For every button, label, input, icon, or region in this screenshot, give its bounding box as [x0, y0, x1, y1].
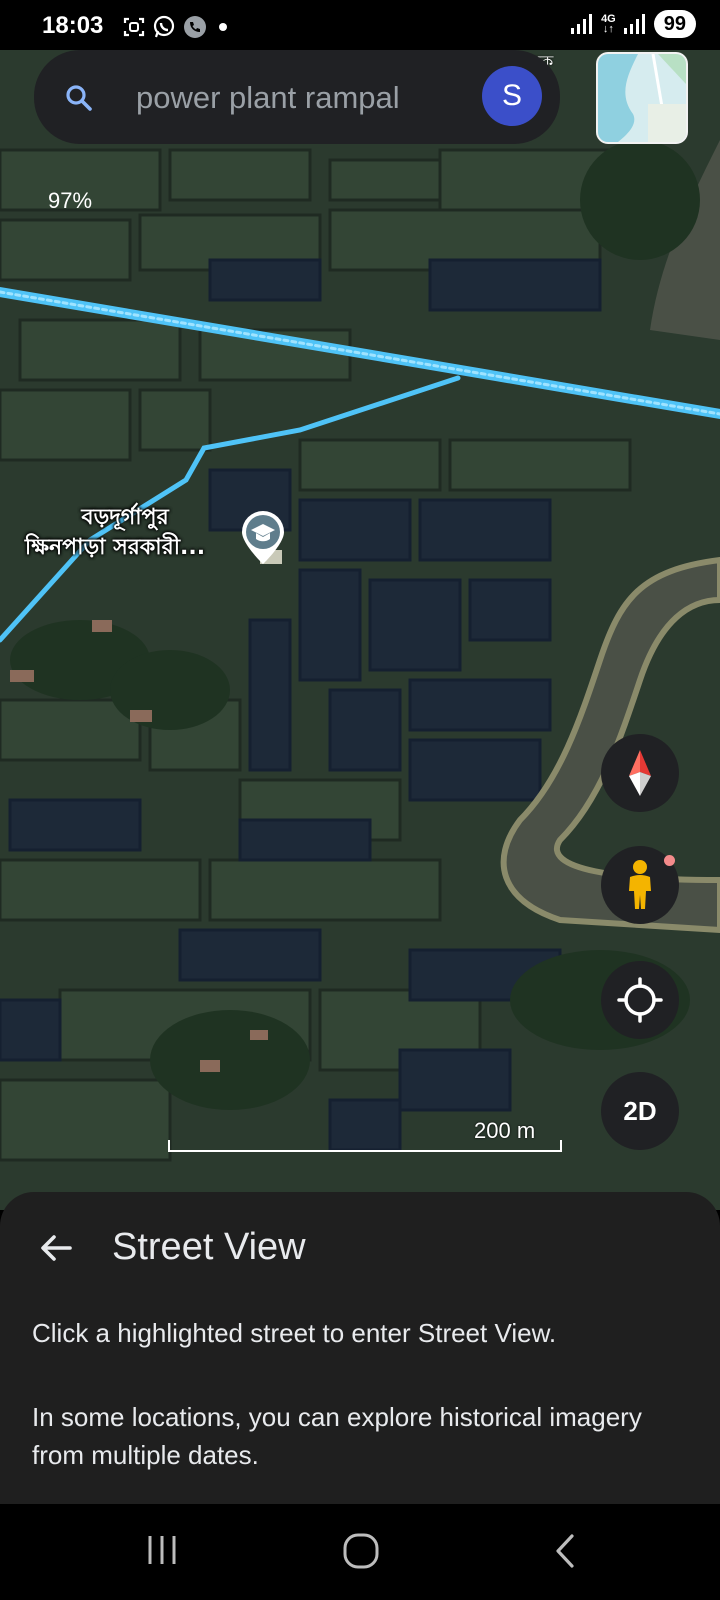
- network-type: 4G ↓↑: [601, 13, 616, 35]
- my-location-button[interactable]: [601, 961, 679, 1039]
- back-icon[interactable]: [550, 1532, 580, 1570]
- view-mode-label: 2D: [623, 1095, 657, 1126]
- battery-indicator: 99: [653, 10, 696, 38]
- whatsapp-icon: [153, 15, 175, 38]
- home-icon[interactable]: [342, 1532, 380, 1570]
- dot-icon: [219, 23, 227, 31]
- network-type-label: 4G: [601, 13, 616, 25]
- compass-icon: [629, 750, 651, 796]
- status-notification-icons: [122, 14, 232, 40]
- signal-icon: [571, 14, 593, 34]
- screenshot-icon: [123, 17, 145, 37]
- compass-button[interactable]: [601, 734, 679, 812]
- street-view-sheet: Street View Click a highlighted street t…: [0, 1192, 720, 1504]
- status-bar: 18:03 4G ↓↑ 99: [0, 0, 720, 50]
- scale-bar: [168, 1140, 562, 1152]
- search-input[interactable]: power plant rampal: [136, 80, 400, 116]
- school-pin-icon[interactable]: [240, 510, 286, 571]
- phone-icon: [184, 16, 206, 38]
- school-place-label[interactable]: বড়দূর্গাপুর ক্ষিনপাড়া সরকারী...: [0, 503, 250, 563]
- school-name-line2: ক্ষিনপাড়া সরকারী...: [24, 535, 206, 560]
- sheet-history-text: In some locations, you can explore histo…: [32, 1402, 642, 1470]
- recents-icon[interactable]: [144, 1532, 180, 1568]
- satellite-imagery: [0, 0, 720, 1210]
- satellite-map[interactable]: নমক 97% বড়দূর্গাপুর ক্ষিনপাড়া সরকারী..…: [0, 0, 720, 1210]
- map-layers-button[interactable]: [596, 52, 688, 144]
- sheet-instruction-text: Click a highlighted street to enter Stre…: [32, 1318, 557, 1348]
- search-icon[interactable]: [64, 83, 94, 113]
- system-navigation-bar: [0, 1504, 720, 1600]
- school-name-line1: বড়দূর্গাপুর: [81, 505, 169, 530]
- status-system-icons: 4G ↓↑ 99: [571, 10, 696, 38]
- tilt-percentage: 97%: [48, 188, 93, 213]
- my-location-icon: [617, 977, 663, 1023]
- map-thumbnail: [598, 54, 686, 142]
- signal-icon: [623, 14, 645, 34]
- pegman-notification-dot: [664, 855, 675, 866]
- account-avatar[interactable]: S: [482, 66, 542, 126]
- back-arrow-icon[interactable]: [36, 1228, 76, 1268]
- pegman-icon: [629, 860, 651, 909]
- search-bar[interactable]: power plant rampal S: [34, 50, 560, 144]
- status-time: 18:03: [42, 12, 104, 39]
- sheet-title: Street View: [112, 1226, 306, 1268]
- view-mode-toggle-button[interactable]: 2D: [601, 1072, 679, 1150]
